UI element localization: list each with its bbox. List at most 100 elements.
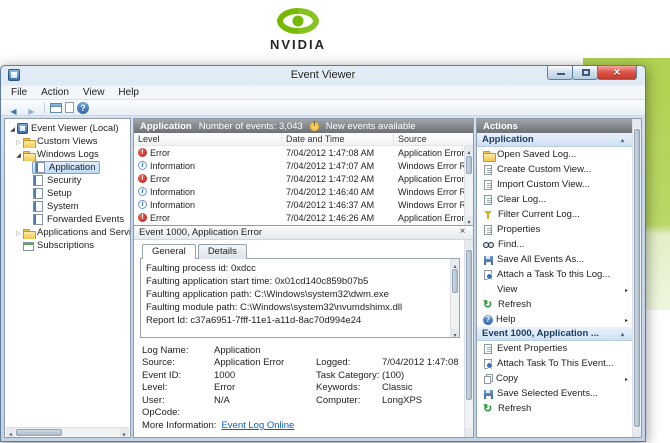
- action-copy[interactable]: Copy: [477, 371, 632, 386]
- scroll-left-icon[interactable]: [6, 427, 15, 437]
- action-properties[interactable]: Properties: [477, 222, 632, 237]
- help-toolbar-icon[interactable]: [77, 101, 89, 114]
- tree-label: Subscriptions: [37, 240, 95, 251]
- scrollbar-thumb[interactable]: [466, 250, 472, 400]
- action-event-properties[interactable]: Event Properties: [477, 341, 632, 356]
- event-row[interactable]: Error 7/04/2012 1:47:02 AM Application E…: [134, 172, 464, 185]
- event-row[interactable]: Error 7/04/2012 1:47:08 AM Application E…: [134, 146, 464, 159]
- copy-icon: [484, 375, 491, 384]
- tree-label: Custom Views: [37, 136, 98, 147]
- collapse-icon[interactable]: [618, 134, 627, 145]
- description-scrollbar[interactable]: [450, 259, 459, 337]
- event-row[interactable]: Information 7/04/2012 1:46:37 AM Windows…: [134, 198, 464, 211]
- scrollbar-thumb[interactable]: [634, 129, 640, 427]
- action-open-saved-log[interactable]: Open Saved Log...: [477, 147, 632, 162]
- tree-item-setup[interactable]: Setup: [5, 187, 130, 200]
- maximize-button[interactable]: [572, 66, 598, 80]
- level-text: Error: [150, 147, 170, 158]
- window-titlebar[interactable]: Event Viewer: [1, 65, 645, 85]
- scroll-up-icon[interactable]: [465, 240, 473, 249]
- scroll-right-icon[interactable]: [120, 427, 129, 437]
- action-label: Clear Log...: [497, 194, 547, 205]
- tree-item-forwarded-events[interactable]: Forwarded Events: [5, 213, 130, 226]
- source-text: Windows Error Reporting: [398, 160, 464, 171]
- action-attach-task-to-event[interactable]: Attach Task To This Event...: [477, 356, 632, 371]
- column-source[interactable]: Source: [394, 133, 464, 145]
- action-import-custom-view[interactable]: Import Custom View...: [477, 177, 632, 192]
- tab-general[interactable]: General: [142, 244, 196, 259]
- action-save-all-events-as[interactable]: Save All Events As...: [477, 252, 632, 267]
- tree-horizontal-scrollbar[interactable]: [6, 427, 129, 437]
- scroll-up-icon[interactable]: [465, 146, 473, 155]
- action-attach-task-to-log[interactable]: Attach a Task To this Log...: [477, 267, 632, 282]
- event-description-box[interactable]: Faulting process id: 0xdcc Faulting appl…: [140, 258, 460, 338]
- menu-action[interactable]: Action: [34, 87, 76, 98]
- action-refresh[interactable]: Refresh: [477, 297, 632, 312]
- collapsed-arrow-icon[interactable]: [14, 136, 23, 147]
- tab-details[interactable]: Details: [197, 244, 247, 259]
- datetime-text: 7/04/2012 1:46:37 AM: [286, 199, 375, 210]
- action-find[interactable]: Find...: [477, 237, 632, 252]
- tree-item-custom-views[interactable]: Custom Views: [5, 135, 130, 148]
- scrollbar-thumb[interactable]: [466, 156, 472, 174]
- event-row[interactable]: Error 7/04/2012 1:46:26 AM Application E…: [134, 211, 464, 224]
- new-events-icon: [309, 121, 319, 131]
- tree-item-subscriptions[interactable]: Subscriptions: [5, 239, 130, 252]
- menu-help[interactable]: Help: [111, 87, 146, 98]
- scroll-down-icon[interactable]: [465, 428, 473, 437]
- description-line: Faulting process id: 0xdcc: [146, 263, 256, 274]
- scrollbar-thumb[interactable]: [16, 428, 62, 436]
- action-help[interactable]: Help: [477, 312, 632, 327]
- open-folder-icon: [483, 149, 496, 162]
- column-level[interactable]: Level: [134, 133, 282, 145]
- description-line: Faulting application start time: 0x01cd1…: [146, 276, 369, 287]
- expanded-arrow-icon[interactable]: [8, 123, 17, 134]
- save-disk-icon: [484, 389, 493, 399]
- scroll-down-icon[interactable]: [633, 428, 641, 437]
- scroll-up-icon[interactable]: [633, 119, 641, 128]
- console-tree-icon[interactable]: [50, 103, 62, 113]
- action-label: Refresh: [498, 403, 532, 414]
- collapsed-arrow-icon[interactable]: [14, 227, 23, 238]
- expanded-arrow-icon[interactable]: [14, 149, 23, 160]
- preview-scrollbar[interactable]: [464, 240, 473, 437]
- list-header: Application Number of events: 3,043 New …: [134, 119, 473, 133]
- properties-toolbar-icon[interactable]: [65, 102, 74, 113]
- back-arrow-icon[interactable]: [6, 101, 21, 114]
- scroll-down-icon[interactable]: [465, 216, 473, 225]
- tree-item-apps-services-log[interactable]: Applications and Services Log: [5, 226, 130, 239]
- forward-arrow-icon[interactable]: [24, 101, 39, 114]
- close-button[interactable]: [597, 65, 637, 80]
- tree-item-system[interactable]: System: [5, 200, 130, 213]
- scroll-down-icon[interactable]: [451, 328, 459, 337]
- refresh-icon: [483, 402, 495, 415]
- action-save-selected-events[interactable]: Save Selected Events...: [477, 386, 632, 401]
- action-create-custom-view[interactable]: Create Custom View...: [477, 162, 632, 177]
- tree-item-security[interactable]: Security: [5, 174, 130, 187]
- scroll-up-icon[interactable]: [451, 259, 459, 268]
- actions-group-application-header[interactable]: Application: [477, 133, 632, 147]
- event-log-online-link[interactable]: Event Log Online: [221, 420, 294, 431]
- menu-file[interactable]: File: [4, 87, 34, 98]
- event-row[interactable]: Information 7/04/2012 1:46:40 AM Windows…: [134, 185, 464, 198]
- column-datetime[interactable]: Date and Time: [282, 133, 394, 145]
- field-label: Task Category:: [316, 369, 380, 381]
- action-view[interactable]: View: [477, 282, 632, 297]
- preview-body: General Details Faulting process id: 0xd…: [134, 240, 464, 437]
- event-list-scrollbar[interactable]: [464, 146, 473, 225]
- action-refresh-event[interactable]: Refresh: [477, 401, 632, 416]
- tree-item-windows-logs[interactable]: Windows Logs: [5, 148, 130, 161]
- event-row[interactable]: Information 7/04/2012 1:47:07 AM Windows…: [134, 159, 464, 172]
- action-clear-log[interactable]: Clear Log...: [477, 192, 632, 207]
- menu-view[interactable]: View: [76, 87, 112, 98]
- action-filter-current-log[interactable]: Filter Current Log...: [477, 207, 632, 222]
- preview-close-icon[interactable]: [457, 227, 468, 238]
- minimize-button[interactable]: [547, 66, 573, 80]
- actions-group-event-header[interactable]: Event 1000, Application ...: [477, 327, 632, 341]
- tree-item-application[interactable]: Application: [5, 161, 130, 174]
- actions-scrollbar[interactable]: [632, 119, 641, 437]
- scrollbar-thumb[interactable]: [452, 269, 458, 293]
- collapse-icon[interactable]: [618, 328, 627, 339]
- action-label: Import Custom View...: [497, 179, 590, 190]
- tree-item-event-viewer-local[interactable]: Event Viewer (Local): [5, 122, 130, 135]
